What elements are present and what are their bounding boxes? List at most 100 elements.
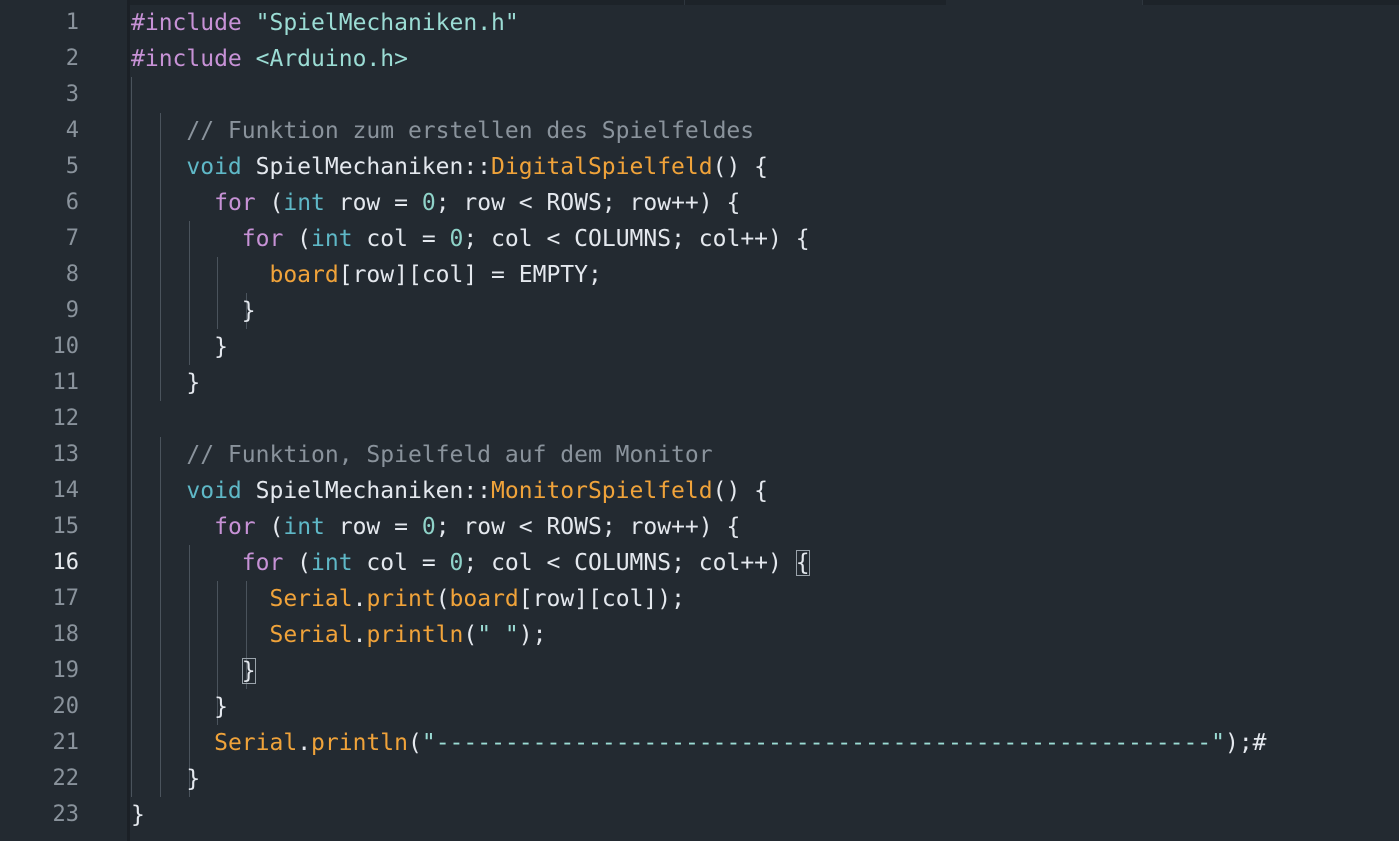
code-token: ); (518, 622, 547, 648)
line-number: 1 (65, 10, 79, 35)
code-line[interactable]: } (131, 653, 256, 689)
line-number: 6 (65, 190, 79, 215)
code-token: [row][col] = EMPTY; (338, 262, 602, 288)
line-number: 22 (52, 766, 80, 791)
line-number: 14 (52, 478, 80, 503)
line-number-gutter: 1 2 3 4 5 6 7 8 9 10 11 12 13 14 15 16 17 18 19 20 21 22 23 (0, 0, 128, 841)
code-line[interactable]: void SpielMechaniken::MonitorSpielfeld()… (131, 473, 768, 509)
code-token: ; row < ROWS; row++) { (435, 190, 741, 216)
code-line[interactable]: Serial.println("------------------------… (131, 725, 1266, 761)
code-token: Serial (214, 730, 298, 756)
code-token: [row][col]); (518, 586, 685, 612)
code-token: int (311, 226, 353, 252)
code-line[interactable]: board[row][col] = EMPTY; (131, 257, 602, 293)
line-number: 11 (52, 370, 80, 395)
bracket-match: { (795, 550, 810, 576)
code-token: } (131, 298, 256, 324)
code-token: . (352, 622, 367, 648)
code-token: ; col < COLUMNS; col++) (463, 550, 796, 576)
code-line[interactable]: #include "SpielMechaniken.h" (131, 5, 519, 41)
code-editor[interactable]: 1 2 3 4 5 6 7 8 9 10 11 12 13 14 15 16 17 18 19 20 21 22 23 #i… (0, 0, 1399, 841)
code-token: () { (712, 154, 768, 180)
line-number: 16 (52, 550, 80, 575)
line-number: 3 (65, 82, 79, 107)
code-token: ( (255, 190, 284, 216)
code-token: . (297, 730, 312, 756)
line-number: 10 (52, 334, 80, 359)
code-token: void (186, 154, 242, 180)
gutter-divider (127, 0, 130, 841)
line-number: 5 (65, 154, 79, 179)
code-token: col = (352, 550, 450, 576)
code-token: MonitorSpielfeld (491, 478, 713, 504)
code-token: for (241, 550, 284, 576)
code-token: col = (352, 226, 450, 252)
line-number: 4 (65, 118, 79, 143)
code-line[interactable]: // Funktion zum erstellen des Spielfelde… (131, 113, 754, 149)
code-token: . (352, 586, 367, 612)
line-number: 2 (65, 46, 79, 71)
code-token: ( (435, 586, 450, 612)
code-line[interactable]: void SpielMechaniken::DigitalSpielfeld()… (131, 149, 768, 185)
code-token: for (214, 514, 256, 540)
code-token: println (366, 622, 464, 648)
code-token: for (214, 190, 256, 216)
code-token: print (366, 586, 436, 612)
code-token: ( (407, 730, 422, 756)
code-token: int (311, 550, 353, 576)
code-token: ( (283, 550, 312, 576)
code-token: // Funktion, Spielfeld auf dem Monitor (186, 442, 713, 468)
code-line[interactable]: // Funktion, Spielfeld auf dem Monitor (131, 437, 713, 473)
code-line[interactable]: for (int row = 0; row < ROWS; row++) { (131, 185, 740, 221)
code-token: 0 (449, 550, 464, 576)
code-line[interactable]: } (131, 293, 256, 329)
code-line[interactable]: } (131, 761, 200, 797)
code-line[interactable]: for (int col = 0; col < COLUMNS; col++) … (131, 221, 810, 257)
tab-segment-active[interactable] (946, 0, 1143, 5)
code-line[interactable]: } (131, 797, 145, 833)
code-token: "SpielMechaniken.h" (255, 10, 519, 36)
code-token: SpielMechaniken:: (241, 478, 492, 504)
code-line[interactable]: } (131, 689, 228, 725)
code-line[interactable]: Serial.println(" "); (131, 617, 546, 653)
code-line[interactable]: } (131, 365, 200, 401)
code-token: board (449, 586, 519, 612)
code-token: row = (324, 190, 422, 216)
code-line[interactable]: #include <Arduino.h> (131, 41, 408, 77)
code-token: () { (712, 478, 768, 504)
code-token: Serial (269, 586, 353, 612)
code-token: ; col < COLUMNS; col++) { (463, 226, 810, 252)
code-token: " " (477, 622, 519, 648)
code-token: ( (283, 226, 312, 252)
code-line[interactable]: for (int col = 0; col < COLUMNS; col++) … (131, 545, 810, 581)
code-token: void (186, 478, 242, 504)
code-token: } (131, 370, 201, 396)
code-token: Serial (269, 622, 353, 648)
line-number: 15 (52, 514, 80, 539)
code-token: int (283, 190, 325, 216)
code-token: SpielMechaniken:: (241, 154, 492, 180)
line-number: 18 (52, 622, 80, 647)
code-line[interactable]: for (int row = 0; row < ROWS; row++) { (131, 509, 740, 545)
line-number: 9 (65, 298, 79, 323)
code-line[interactable]: Serial.print(board[row][col]); (131, 581, 685, 617)
code-token: row = (324, 514, 422, 540)
code-token: DigitalSpielfeld (491, 154, 713, 180)
code-token: board (269, 262, 339, 288)
tab-segment[interactable] (684, 0, 947, 5)
code-token: } (131, 694, 228, 720)
code-token: } (131, 334, 228, 360)
line-number: 12 (52, 406, 80, 431)
line-number: 23 (52, 802, 80, 827)
code-token: // Funktion zum erstellen des Spielfelde… (186, 118, 755, 144)
code-line[interactable]: } (131, 329, 228, 365)
